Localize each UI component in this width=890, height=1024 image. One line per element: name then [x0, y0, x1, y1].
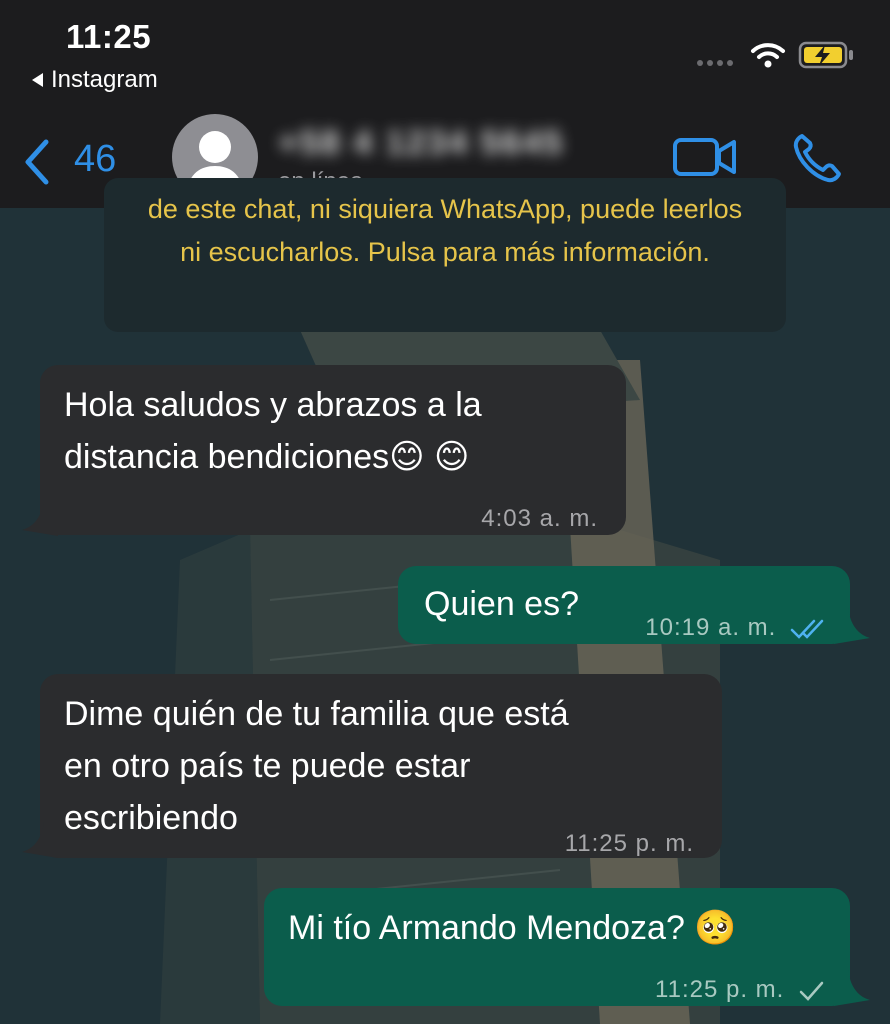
message-text-line: escribiendo — [64, 799, 238, 837]
message-bubble-outgoing[interactable]: Quien es? 10:19 a. m. — [398, 566, 850, 644]
read-receipt-icon — [790, 619, 824, 639]
unread-count[interactable]: 46 — [74, 138, 116, 181]
bubble-tail — [834, 970, 870, 1006]
signal-dots-icon — [697, 60, 733, 66]
contact-name[interactable]: +58 4 1234 5645 — [278, 124, 564, 163]
encryption-notice-text: de este chat, ni siquiera WhatsApp, pued… — [147, 194, 743, 267]
battery-charging-icon — [798, 41, 853, 69]
wifi-icon — [751, 43, 785, 68]
message-timestamp: 10:19 a. m. — [645, 614, 777, 641]
message-timestamp-wrap: 10:19 a. m. — [645, 602, 828, 654]
message-bubble-incoming[interactable]: Dime quién de tu familia que está en otr… — [40, 674, 722, 858]
message-timestamp: 11:25 p. m. — [655, 976, 785, 1003]
bubble-tail — [22, 500, 58, 536]
message-text-line: distancia bendiciones😊 😊 — [64, 438, 470, 476]
message-text-line: Mi tío Armando Mendoza? 🥺 — [288, 909, 737, 947]
message-text-line: Dime quién de tu familia que está — [64, 695, 569, 733]
phone-call-icon[interactable] — [790, 130, 846, 186]
top-bar: 11:25 Instagram 46 +58 4 1234 5645 en lí… — [0, 0, 890, 208]
message-timestamp-wrap: 11:25 p. m. — [655, 964, 824, 1016]
message-timestamp: 4:03 a. m. — [481, 505, 598, 532]
video-call-icon[interactable] — [672, 134, 738, 180]
sent-check-icon — [799, 981, 824, 1001]
encryption-notice[interactable]: de este chat, ni siquiera WhatsApp, pued… — [104, 178, 786, 332]
back-to-app-link[interactable]: Instagram — [32, 66, 158, 94]
message-timestamp: 11:25 p. m. — [564, 830, 694, 857]
back-app-label: Instagram — [51, 66, 158, 93]
message-text-line: Hola saludos y abrazos a la — [64, 386, 482, 424]
message-bubble-incoming[interactable]: Hola saludos y abrazos a la distancia be… — [40, 365, 626, 535]
bubble-tail — [22, 822, 58, 858]
message-text-line: Quien es? — [424, 585, 579, 623]
back-chevron-icon[interactable] — [20, 138, 54, 186]
back-triangle-icon — [32, 73, 43, 87]
message-text-line: en otro país te puede estar — [64, 747, 471, 785]
message-bubble-outgoing[interactable]: Mi tío Armando Mendoza? 🥺 11:25 p. m. — [264, 888, 850, 1006]
status-time: 11:25 — [66, 18, 152, 55]
bubble-tail — [834, 608, 870, 644]
